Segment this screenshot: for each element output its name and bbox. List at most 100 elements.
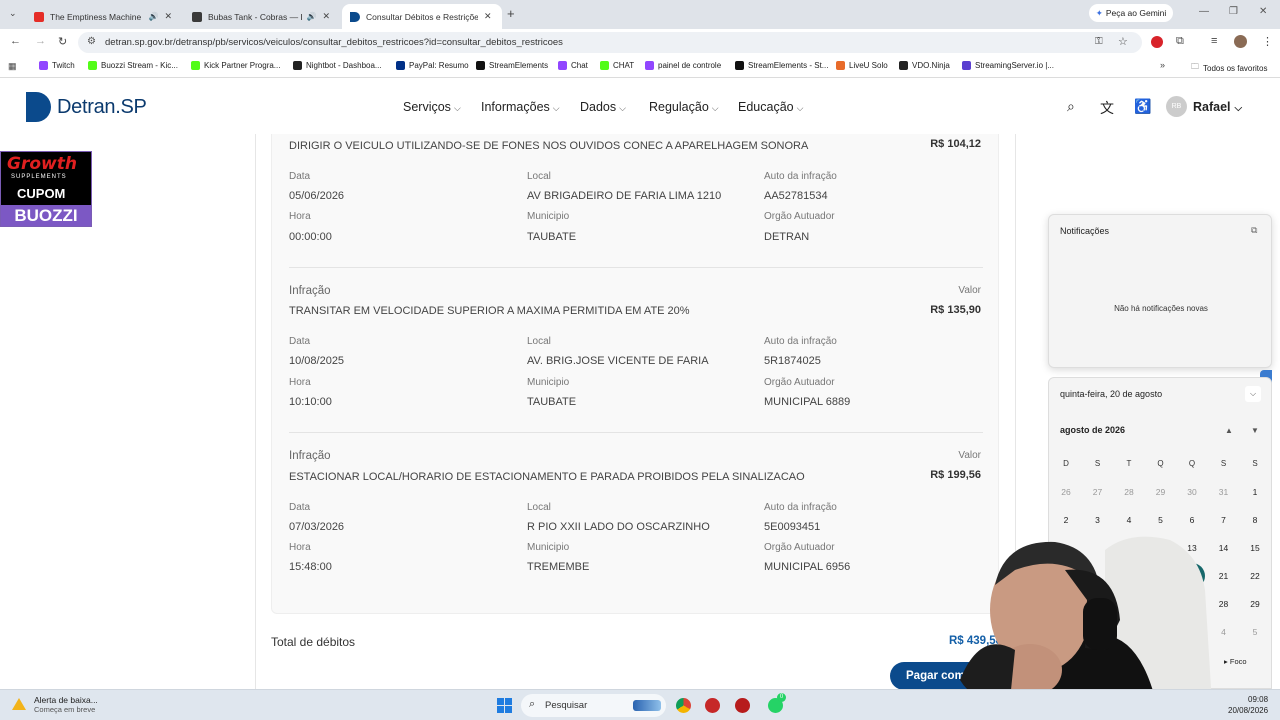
divider (289, 432, 983, 433)
label-hora: Hora (289, 211, 311, 222)
site-info-icon[interactable]: ⚙ (87, 36, 96, 47)
close-tab-icon[interactable]: ✕ (164, 11, 172, 22)
bookmark-item[interactable]: CHAT (600, 61, 634, 70)
close-tab-icon[interactable]: ✕ (484, 11, 492, 22)
user-menu[interactable]: Rafael ⌵ (1193, 100, 1242, 114)
start-windows-icon[interactable] (497, 698, 512, 713)
password-key-icon[interactable]: ⚿ (1095, 36, 1103, 47)
notification-settings-icon[interactable]: ⧉ (1251, 225, 1257, 236)
media-control-icon[interactable]: ≡ (1211, 35, 1217, 47)
collapse-calendar-icon[interactable]: ⌵ (1245, 386, 1261, 402)
infraction-value: R$ 104,12 (930, 138, 981, 150)
chrome-icon[interactable] (676, 698, 691, 713)
calendar-day[interactable]: 7 (1214, 515, 1234, 525)
bookmark-item[interactable]: Buozzi Stream - Kic... (88, 61, 178, 70)
menu-informacoes[interactable]: Informações ⌵ (481, 100, 560, 114)
label-local: Local (527, 336, 551, 347)
system-clock[interactable]: 09:08 20/08/2026 (1228, 694, 1268, 716)
detran-logo[interactable]: Detran.SP (26, 92, 147, 122)
ad-coupon-code: BUOZZI (1, 205, 91, 226)
calendar-day[interactable]: 2 (1056, 515, 1076, 525)
apps-grid-icon[interactable]: ▦ (8, 61, 17, 72)
bookmark-item[interactable]: StreamingServer.io |... (962, 61, 1054, 70)
minimize-button[interactable]: — (1199, 6, 1209, 17)
menu-regulacao[interactable]: Regulação ⌵ (649, 100, 719, 114)
browser-toolbar: ← → ↻ ⚙ detran.sp.gov.br/detransp/pb/ser… (0, 29, 1280, 56)
bookmark-label: Chat (571, 61, 588, 70)
taskbar-search[interactable]: ⌕ Pesquisar (521, 694, 666, 717)
menu-educacao[interactable]: Educação ⌵ (738, 100, 803, 114)
calendar-day[interactable]: 30 (1182, 487, 1202, 497)
app-red-icon[interactable] (705, 698, 720, 713)
accessibility-icon[interactable]: ♿ (1134, 98, 1151, 115)
calendar-day[interactable]: 29 (1151, 487, 1171, 497)
search-icon[interactable]: ⌕ (1067, 98, 1075, 115)
translate-icon[interactable]: 文 (1100, 98, 1114, 118)
label-hora: Hora (289, 377, 311, 388)
profile-avatar-icon[interactable] (1234, 35, 1247, 48)
bookmark-item[interactable]: StreamElements - St... (735, 61, 828, 70)
menu-servicos[interactable]: Serviços ⌵ (403, 100, 461, 114)
speaker-icon[interactable]: 🔊 (148, 12, 158, 21)
restore-button[interactable]: ❐ (1229, 6, 1238, 17)
weekday-header: S (1094, 459, 1101, 468)
bookmark-label: CHAT (613, 61, 635, 70)
infraction-date: 10/08/2025 (289, 355, 345, 367)
calendar-day[interactable]: 6 (1182, 515, 1202, 525)
menu-label: Dados (580, 100, 617, 114)
gemini-button[interactable]: ✦ Peça ao Gemini (1089, 4, 1173, 22)
liveu-icon (836, 61, 845, 70)
address-bar[interactable]: ⚙ detran.sp.gov.br/detransp/pb/servicos/… (78, 32, 1142, 53)
extension-icon[interactable] (1151, 36, 1163, 48)
calendar-day[interactable]: 27 (1088, 487, 1108, 497)
previous-month-icon[interactable]: ▲ (1225, 426, 1233, 435)
new-tab-button[interactable]: + (507, 6, 515, 21)
debits-card: DIRIGIR O VEICULO UTILIZANDO-SE DE FONES… (271, 134, 999, 614)
url-text: detran.sp.gov.br/detransp/pb/servicos/ve… (105, 37, 563, 48)
reload-icon[interactable]: ↻ (58, 35, 67, 48)
close-window-button[interactable]: ✕ (1259, 6, 1267, 17)
calendar-day[interactable]: 26 (1056, 487, 1076, 497)
bookmark-item[interactable]: Kick Partner Progra... (191, 61, 280, 70)
calendar-day[interactable]: 3 (1088, 515, 1108, 525)
infraction-municipio: TAUBATE (527, 396, 577, 408)
calendar-day[interactable]: 1 (1245, 487, 1265, 497)
speaker-icon[interactable]: 🔊 (306, 12, 316, 21)
tab-youtube[interactable]: The Emptiness Machine (Of 🔊 ✕ (26, 4, 180, 29)
extensions-puzzle-icon[interactable]: ⧉ (1176, 35, 1184, 48)
bookmark-item[interactable]: painel de controle (645, 61, 721, 70)
calendar-day[interactable]: 5 (1151, 515, 1171, 525)
app-red-icon-2[interactable] (735, 698, 750, 713)
weather-alert[interactable]: Alerta de baixa... Começa em breve (12, 695, 98, 714)
bookmark-item[interactable]: Twitch (39, 61, 75, 70)
tab-bubas[interactable]: Bubas Tank - Cobras — Bai 🔊 ✕ (184, 4, 338, 29)
calendar-day[interactable]: 8 (1245, 515, 1265, 525)
browser-menu-icon[interactable]: ⋮ (1262, 35, 1273, 48)
forward-icon[interactable]: → (35, 35, 46, 47)
calendar-day[interactable]: 28 (1119, 487, 1139, 497)
tab-detran[interactable]: Consultar Débitos e Restriçõe ✕ (342, 4, 502, 29)
calendar-day[interactable]: 4 (1119, 515, 1139, 525)
back-icon[interactable]: ← (10, 35, 21, 47)
more-bookmarks-icon[interactable]: » (1160, 60, 1165, 70)
bookmark-item[interactable]: LiveU Solo (836, 61, 888, 70)
close-tab-icon[interactable]: ✕ (322, 11, 330, 22)
label-data: Data (289, 171, 311, 182)
bookmark-item[interactable]: StreamElements (476, 61, 548, 70)
all-bookmarks-folder[interactable]: 🗀 Todos os favoritos (1191, 61, 1267, 75)
next-month-icon[interactable]: ▼ (1251, 426, 1259, 435)
bookmark-item[interactable]: VDO.Ninja (899, 61, 950, 70)
weekday-header: T (1126, 459, 1132, 468)
bookmark-item[interactable]: Nightbot - Dashboa... (293, 61, 382, 70)
calendar-day[interactable]: 31 (1214, 487, 1234, 497)
bookmark-item[interactable]: Chat (558, 61, 588, 70)
bookmark-label: LiveU Solo (849, 61, 888, 70)
bookmark-item[interactable]: PayPal: Resumo (396, 61, 469, 70)
bookmark-label: VDO.Ninja (912, 61, 950, 70)
clock-time: 09:08 (1248, 695, 1269, 704)
bookmark-star-icon[interactable]: ☆ (1118, 35, 1128, 48)
detran-favicon-icon (350, 11, 360, 22)
menu-dados[interactable]: Dados ⌵ (580, 100, 626, 114)
avatar[interactable]: RB (1166, 96, 1187, 117)
tab-search-icon[interactable]: ⌄ (9, 8, 17, 19)
